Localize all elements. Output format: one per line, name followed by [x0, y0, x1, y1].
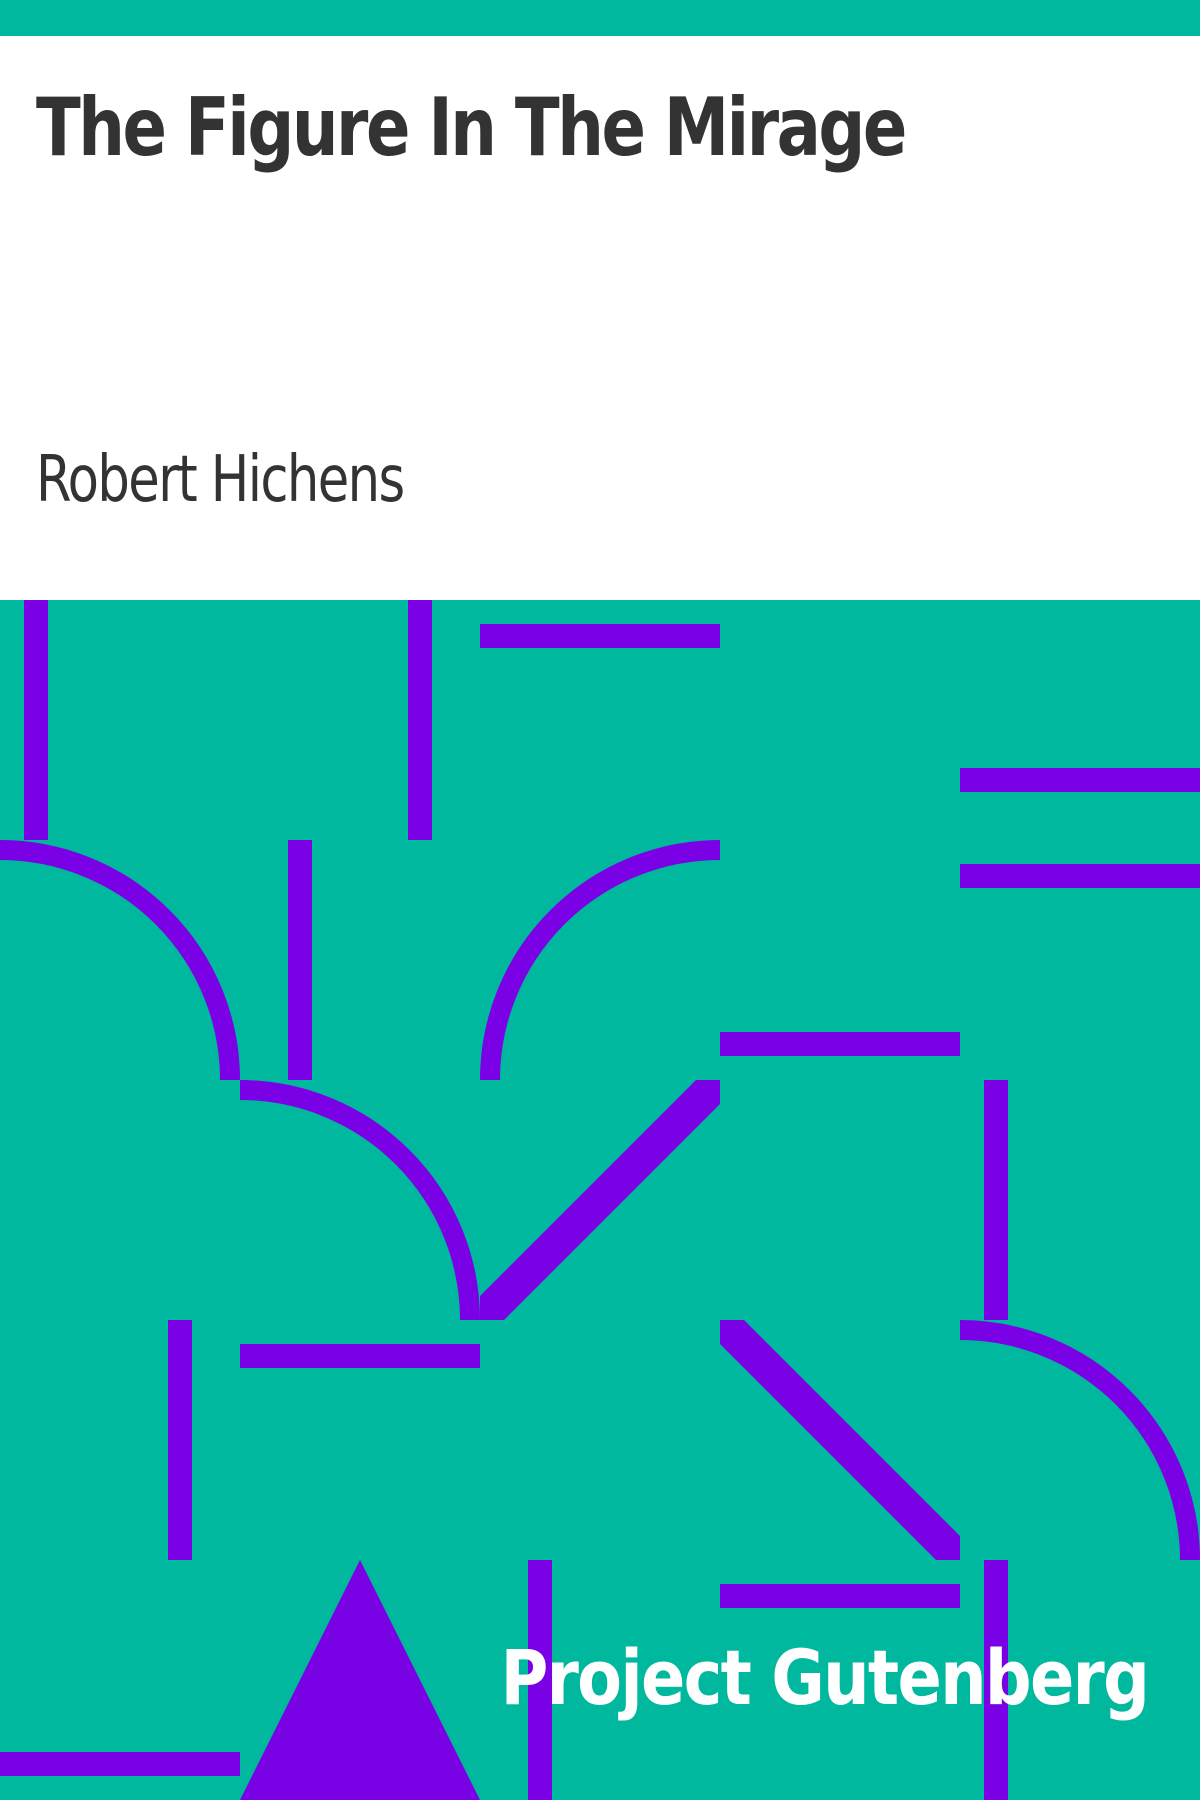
pattern-bar: [720, 1584, 960, 1608]
pattern-arc: [0, 840, 240, 1081]
pattern-diagonal: [720, 1320, 960, 1560]
pattern-bar: [0, 1752, 240, 1776]
pattern-bar: [288, 840, 312, 1080]
book-title: The Figure In The Mirage: [36, 81, 907, 174]
pattern-triangle: [240, 1560, 480, 1800]
pattern-bar: [240, 1344, 480, 1368]
pattern-bar: [720, 1032, 960, 1056]
pattern-arc: [480, 840, 721, 1081]
pattern-bar: [408, 600, 432, 840]
pattern-bar: [480, 624, 720, 648]
pattern-bar: [984, 1080, 1008, 1320]
pattern-arc: [239, 1080, 480, 1321]
geometric-pattern: [0, 600, 1200, 1800]
pattern-bar: [960, 864, 1200, 888]
top-color-band: [0, 0, 1200, 36]
pattern-diagonal: [480, 1080, 720, 1320]
pattern-bar: [168, 1320, 192, 1560]
publisher-label: Project Gutenberg: [500, 1633, 1149, 1722]
pattern-arc: [959, 1320, 1200, 1561]
book-author: Robert Hichens: [36, 443, 405, 517]
pattern-bar: [24, 600, 48, 840]
pattern-bar: [960, 768, 1200, 792]
